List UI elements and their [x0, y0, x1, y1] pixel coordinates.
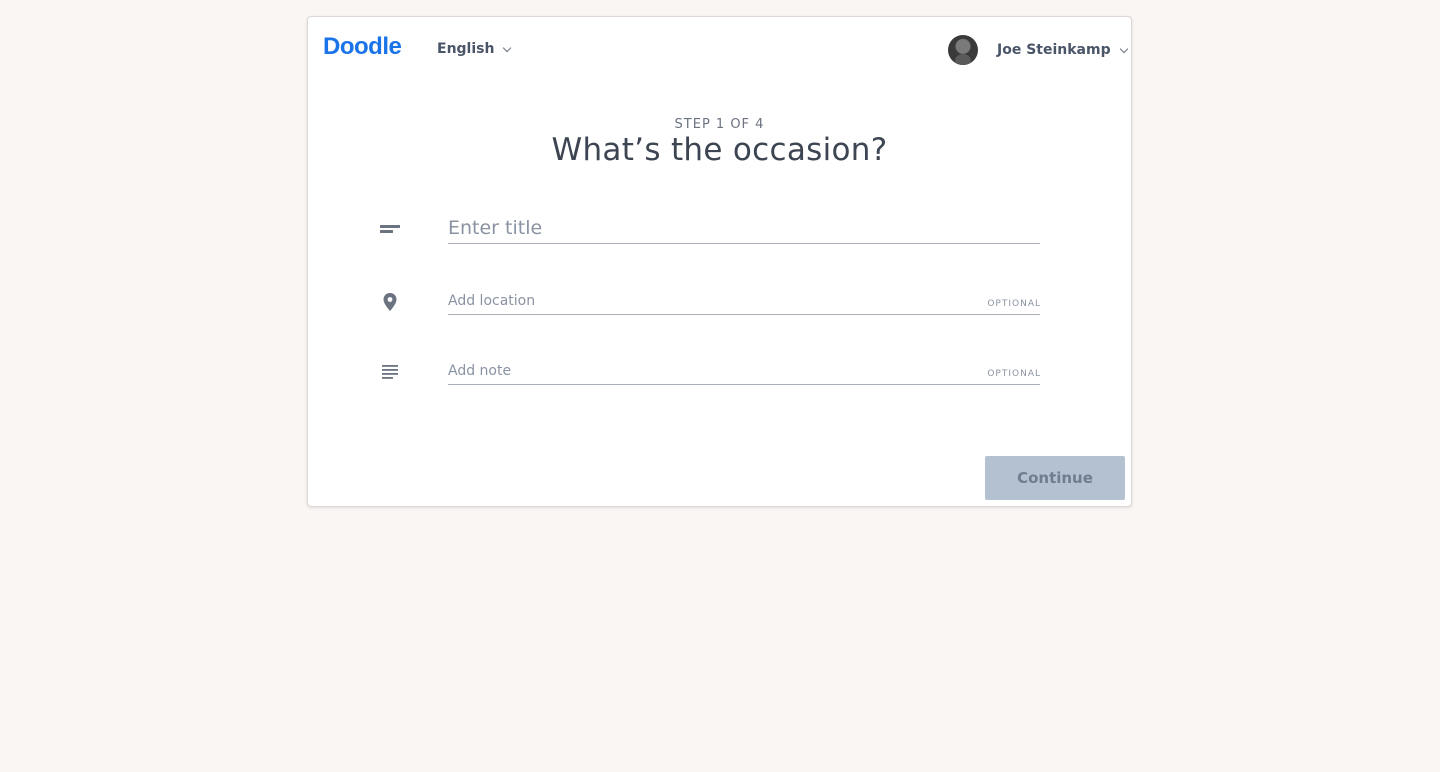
location-underline — [448, 314, 1040, 315]
location-pin-icon — [383, 293, 397, 311]
note-field: OPTIONAL — [382, 359, 1041, 385]
chevron-down-icon — [1119, 44, 1128, 53]
step-indicator: STEP 1 OF 4 — [674, 117, 765, 132]
note-underline — [448, 384, 1040, 385]
note-input[interactable] — [448, 360, 1040, 382]
doodle-logo[interactable]: Doodle — [323, 31, 402, 63]
title-underline — [448, 243, 1040, 244]
continue-button[interactable]: Continue — [985, 456, 1125, 500]
avatar — [948, 35, 978, 65]
header: Doodle English Joe Steinkamp — [308, 17, 1131, 81]
page-title: What’s the occasion? — [551, 132, 888, 168]
title-field — [380, 213, 1041, 245]
location-field: OPTIONAL — [383, 289, 1041, 315]
chevron-down-icon — [503, 43, 512, 52]
location-optional-tag: OPTIONAL — [987, 299, 1041, 309]
language-label: English — [437, 41, 495, 57]
location-input[interactable] — [448, 290, 1040, 312]
poll-creation-card: Doodle English Joe Steinkamp STEP 1 OF 4… — [307, 16, 1132, 507]
user-menu[interactable]: Joe Steinkamp — [948, 34, 1128, 66]
title-lines-icon — [380, 225, 400, 233]
title-input[interactable] — [448, 215, 1040, 241]
note-optional-tag: OPTIONAL — [987, 369, 1041, 379]
language-selector[interactable]: English — [437, 39, 512, 59]
user-name: Joe Steinkamp — [997, 42, 1111, 58]
note-lines-icon — [382, 365, 398, 379]
